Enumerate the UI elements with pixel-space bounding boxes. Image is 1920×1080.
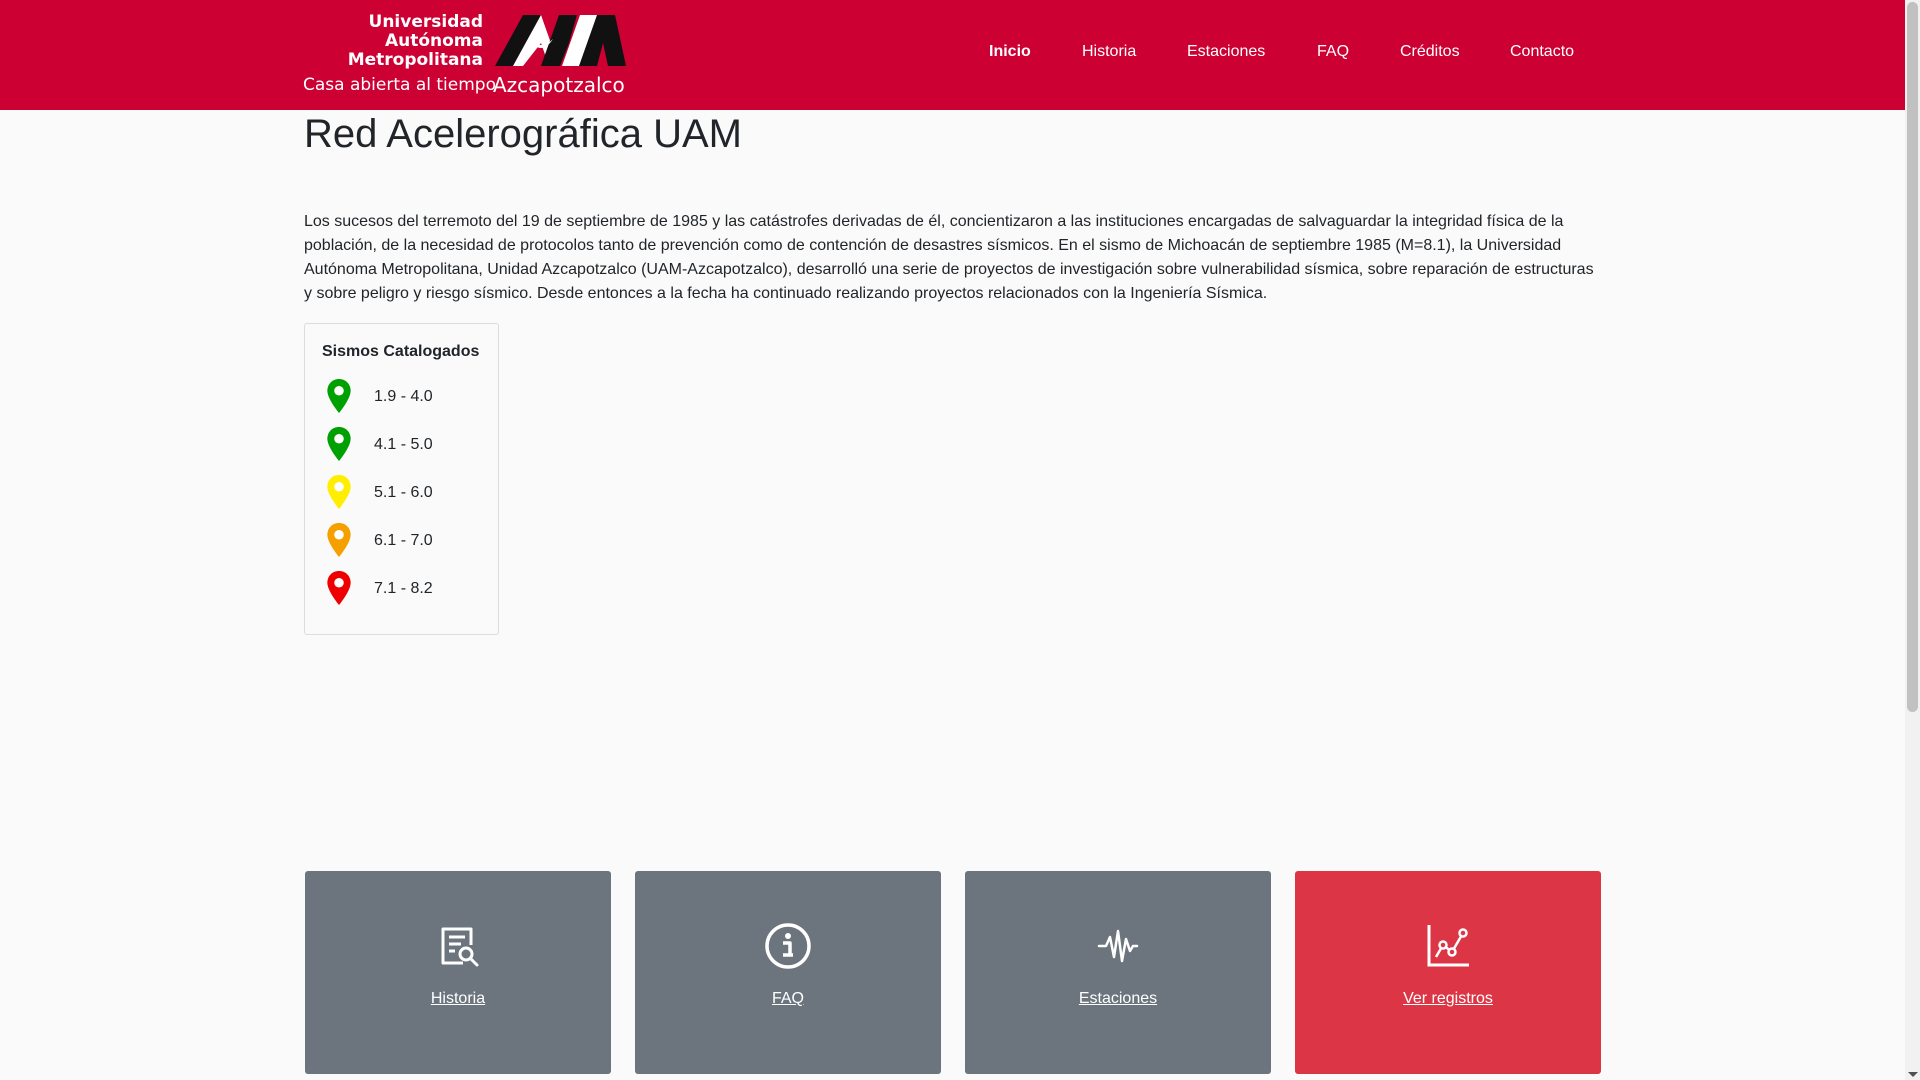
map-pin-icon (327, 475, 351, 509)
info-circle-icon (765, 923, 811, 969)
legend-label: 5.1 - 6.0 (374, 484, 433, 501)
scroll-down-arrow-icon[interactable] (1908, 1072, 1918, 1077)
map-pin-icon (327, 571, 351, 605)
nav-inicio[interactable]: Inicio (989, 43, 1031, 61)
legend-label: 6.1 - 7.0 (374, 532, 433, 549)
nav-historia[interactable]: Historia (1082, 43, 1136, 61)
card-historia-link[interactable]: Historia (305, 990, 611, 1008)
card-historia[interactable]: Historia (305, 871, 611, 1074)
document-search-icon (441, 927, 479, 967)
legend-title: Sismos Catalogados (322, 343, 480, 360)
page-scrollbar[interactable] (1905, 0, 1920, 1080)
card-estaciones[interactable]: Estaciones (965, 871, 1271, 1074)
legend-item: 1.9 - 4.0 (322, 378, 482, 414)
brand-line-3: Metropolitana (347, 50, 483, 70)
nav-contacto[interactable]: Contacto (1510, 43, 1574, 61)
map-pin-icon (327, 523, 351, 557)
earthquake-legend: Sismos Catalogados 1.9 - 4.0 4.1 - 5.0 5… (304, 323, 499, 635)
card-ver-registros[interactable]: Ver registros (1295, 871, 1601, 1074)
nav-faq[interactable]: FAQ (1317, 43, 1349, 61)
uam-logo-link[interactable]: Universidad Autónoma Metropolitana Casa … (303, 10, 628, 98)
legend-label: 7.1 - 8.2 (374, 580, 433, 597)
navbar: Universidad Autónoma Metropolitana Casa … (0, 0, 1905, 110)
brand-tagline: Casa abierta al tiempo (303, 75, 496, 95)
brand-line-1: Universidad (368, 12, 483, 32)
card-faq[interactable]: FAQ (635, 871, 941, 1074)
uam-logo-icon (493, 13, 628, 68)
seismograph-icon (1097, 929, 1139, 963)
map-pin-icon (327, 427, 351, 461)
legend-label: 1.9 - 4.0 (374, 388, 433, 405)
scrollbar-thumb[interactable] (1907, 2, 1918, 712)
legend-item: 5.1 - 6.0 (322, 474, 482, 510)
card-estaciones-link[interactable]: Estaciones (965, 990, 1271, 1008)
legend-item: 7.1 - 8.2 (322, 570, 482, 606)
legend-label: 4.1 - 5.0 (374, 436, 433, 453)
legend-item: 6.1 - 7.0 (322, 522, 482, 558)
nav-estaciones[interactable]: Estaciones (1187, 43, 1265, 61)
map-pin-icon (327, 379, 351, 413)
page-title: Red Acelerográfica UAM (304, 112, 742, 156)
card-faq-link[interactable]: FAQ (635, 990, 941, 1008)
intro-paragraph: Los sucesos del terremoto del 19 de sept… (304, 213, 1594, 302)
brand-unit: Azcapotzalco (493, 73, 625, 97)
nav-creditos[interactable]: Créditos (1400, 43, 1460, 61)
line-chart-icon (1427, 925, 1469, 967)
brand-line-2: Autónoma (384, 31, 483, 51)
legend-item: 4.1 - 5.0 (322, 426, 482, 462)
card-ver-registros-link[interactable]: Ver registros (1295, 990, 1601, 1008)
